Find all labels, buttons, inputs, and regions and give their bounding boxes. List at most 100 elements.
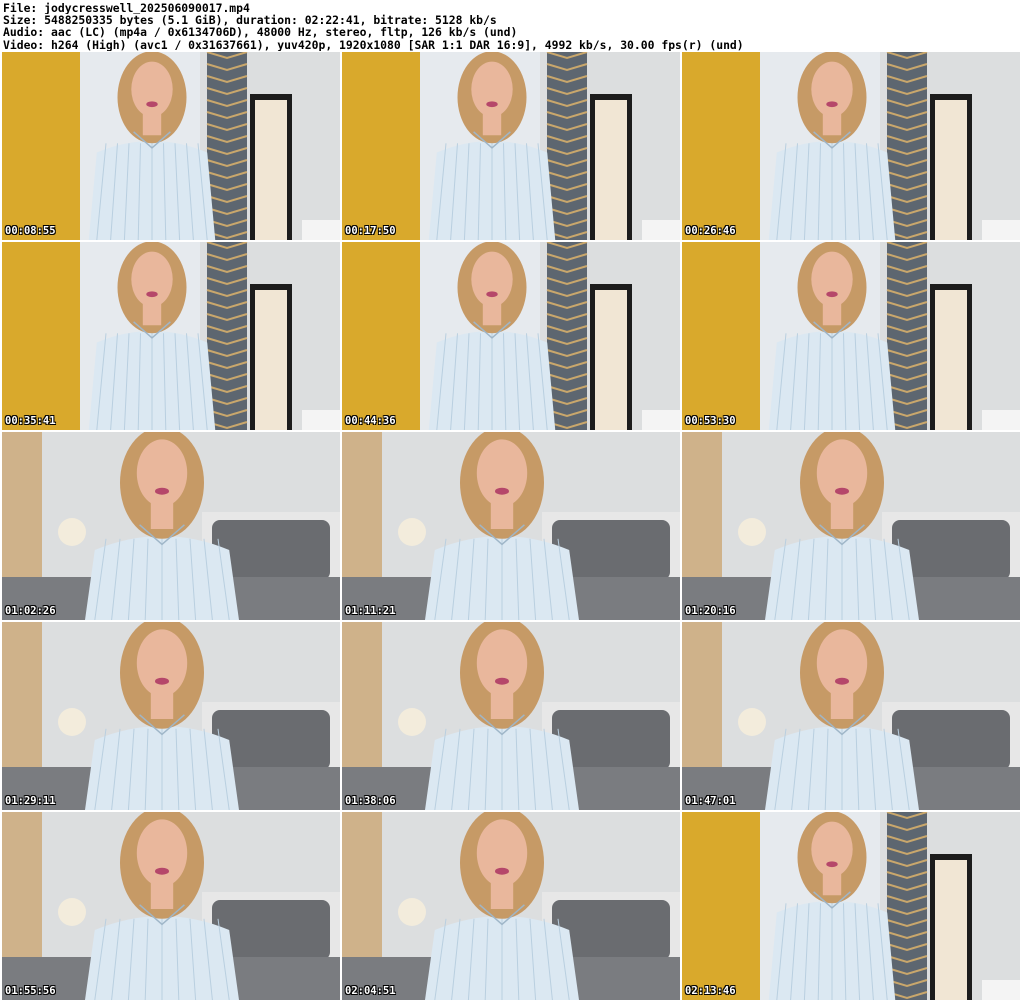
- patterned-curtain: [887, 242, 927, 430]
- face-shape: [476, 629, 528, 697]
- thumbnail-timestamp: 02:04:51: [345, 985, 396, 997]
- thumbnail-image: [342, 432, 680, 620]
- thumbnail-image: [682, 432, 1020, 620]
- patterned-curtain: [887, 52, 927, 240]
- thumbnail-timestamp: 00:35:41: [5, 415, 56, 427]
- patterned-curtain: [207, 242, 247, 430]
- thumbnail-image: [342, 242, 680, 430]
- audio-line: Audio: aac (LC) (mp4a / 0x6134706D), 480…: [3, 26, 518, 39]
- video-thumbnail: 00:08:55: [2, 52, 340, 240]
- side-table: [642, 220, 680, 240]
- lips-shape: [155, 867, 169, 875]
- side-table: [982, 980, 1020, 1000]
- thumbnail-timestamp: 01:29:11: [5, 795, 56, 807]
- thumbnail-image: [682, 242, 1020, 430]
- yellow-curtain: [2, 52, 80, 240]
- thumbnail-timestamp: 01:02:26: [5, 605, 56, 617]
- lips-shape: [826, 101, 838, 108]
- lips-shape: [826, 291, 838, 298]
- video-thumbnail: 01:29:11: [2, 622, 340, 810]
- patterned-curtain: [547, 52, 587, 240]
- face-shape: [131, 61, 173, 117]
- mirror-glass: [255, 290, 287, 430]
- video-thumbnail: 02:04:51: [342, 812, 680, 1000]
- mirror-glass: [255, 100, 287, 240]
- video-thumbnail: 01:11:21: [342, 432, 680, 620]
- side-table: [302, 410, 340, 430]
- lips-shape: [146, 291, 158, 298]
- lips-shape: [486, 291, 498, 298]
- lips-shape: [486, 101, 498, 108]
- mirror-glass: [935, 100, 967, 240]
- face-shape: [136, 629, 188, 697]
- thumbnail-image: [342, 52, 680, 240]
- thumbnail-timestamp: 01:47:01: [685, 795, 736, 807]
- video-thumbnail: 00:17:50: [342, 52, 680, 240]
- side-table: [302, 220, 340, 240]
- thumbnail-timestamp: 01:20:16: [685, 605, 736, 617]
- lamp-glow: [58, 518, 86, 546]
- thumbnail-image: [682, 622, 1020, 810]
- face-shape: [816, 439, 868, 507]
- video-thumbnail: 00:53:30: [682, 242, 1020, 430]
- mirror-glass: [935, 860, 967, 1000]
- face-shape: [476, 439, 528, 507]
- thumbnail-image: [682, 812, 1020, 1000]
- video-thumbnail: 01:38:06: [342, 622, 680, 810]
- lamp-glow: [738, 708, 766, 736]
- patterned-curtain: [207, 52, 247, 240]
- lips-shape: [835, 677, 849, 685]
- lamp-glow: [738, 518, 766, 546]
- lips-shape: [146, 101, 158, 108]
- yellow-curtain: [682, 242, 760, 430]
- video-thumbnail: 01:47:01: [682, 622, 1020, 810]
- file-info-header: File: jodycresswell_202506090017.mp4 Siz…: [0, 0, 1024, 52]
- thumbnail-image: [342, 622, 680, 810]
- face-shape: [131, 251, 173, 307]
- thumbnail-timestamp: 01:38:06: [345, 795, 396, 807]
- thumbnail-image: [2, 242, 340, 430]
- lips-shape: [495, 867, 509, 875]
- thumbnail-timestamp: 02:13:46: [685, 985, 736, 997]
- face-shape: [471, 251, 513, 307]
- size-line: Size: 5488250335 bytes (5.1 GiB), durati…: [3, 14, 497, 27]
- face-shape: [816, 629, 868, 697]
- face-shape: [136, 439, 188, 507]
- yellow-curtain: [342, 52, 420, 240]
- thumbnail-timestamp: 00:08:55: [5, 225, 56, 237]
- video-thumbnail: 00:26:46: [682, 52, 1020, 240]
- yellow-curtain: [682, 812, 760, 1000]
- face-shape: [811, 61, 853, 117]
- lips-shape: [495, 677, 509, 685]
- face-shape: [811, 251, 853, 307]
- mirror-glass: [935, 290, 967, 430]
- lips-shape: [495, 487, 509, 495]
- lamp-glow: [58, 898, 86, 926]
- lamp-glow: [398, 708, 426, 736]
- thumbnail-timestamp: 00:53:30: [685, 415, 736, 427]
- file-line: File: jodycresswell_202506090017.mp4: [3, 2, 250, 15]
- lamp-glow: [398, 518, 426, 546]
- thumbnail-image: [2, 52, 340, 240]
- lips-shape: [155, 487, 169, 495]
- face-shape: [811, 821, 853, 877]
- yellow-curtain: [682, 52, 760, 240]
- patterned-curtain: [547, 242, 587, 430]
- thumbnail-timestamp: 01:55:56: [5, 985, 56, 997]
- lips-shape: [826, 861, 838, 868]
- thumbnail-image: [2, 432, 340, 620]
- video-thumbnail: 01:20:16: [682, 432, 1020, 620]
- thumbnail-grid: 00:08:55 00:17:50 00:26:46 00:35:41 00:44:36…: [2, 52, 1020, 1000]
- thumbnail-timestamp: 00:44:36: [345, 415, 396, 427]
- thumbnail-timestamp: 00:17:50: [345, 225, 396, 237]
- thumbnail-image: [2, 812, 340, 1000]
- thumbnail-image: [342, 812, 680, 1000]
- lips-shape: [155, 677, 169, 685]
- lamp-glow: [398, 898, 426, 926]
- side-table: [982, 220, 1020, 240]
- thumbnail-image: [682, 52, 1020, 240]
- video-thumbnail: 00:35:41: [2, 242, 340, 430]
- mirror-glass: [595, 100, 627, 240]
- video-thumbnail: 01:02:26: [2, 432, 340, 620]
- face-shape: [136, 819, 188, 887]
